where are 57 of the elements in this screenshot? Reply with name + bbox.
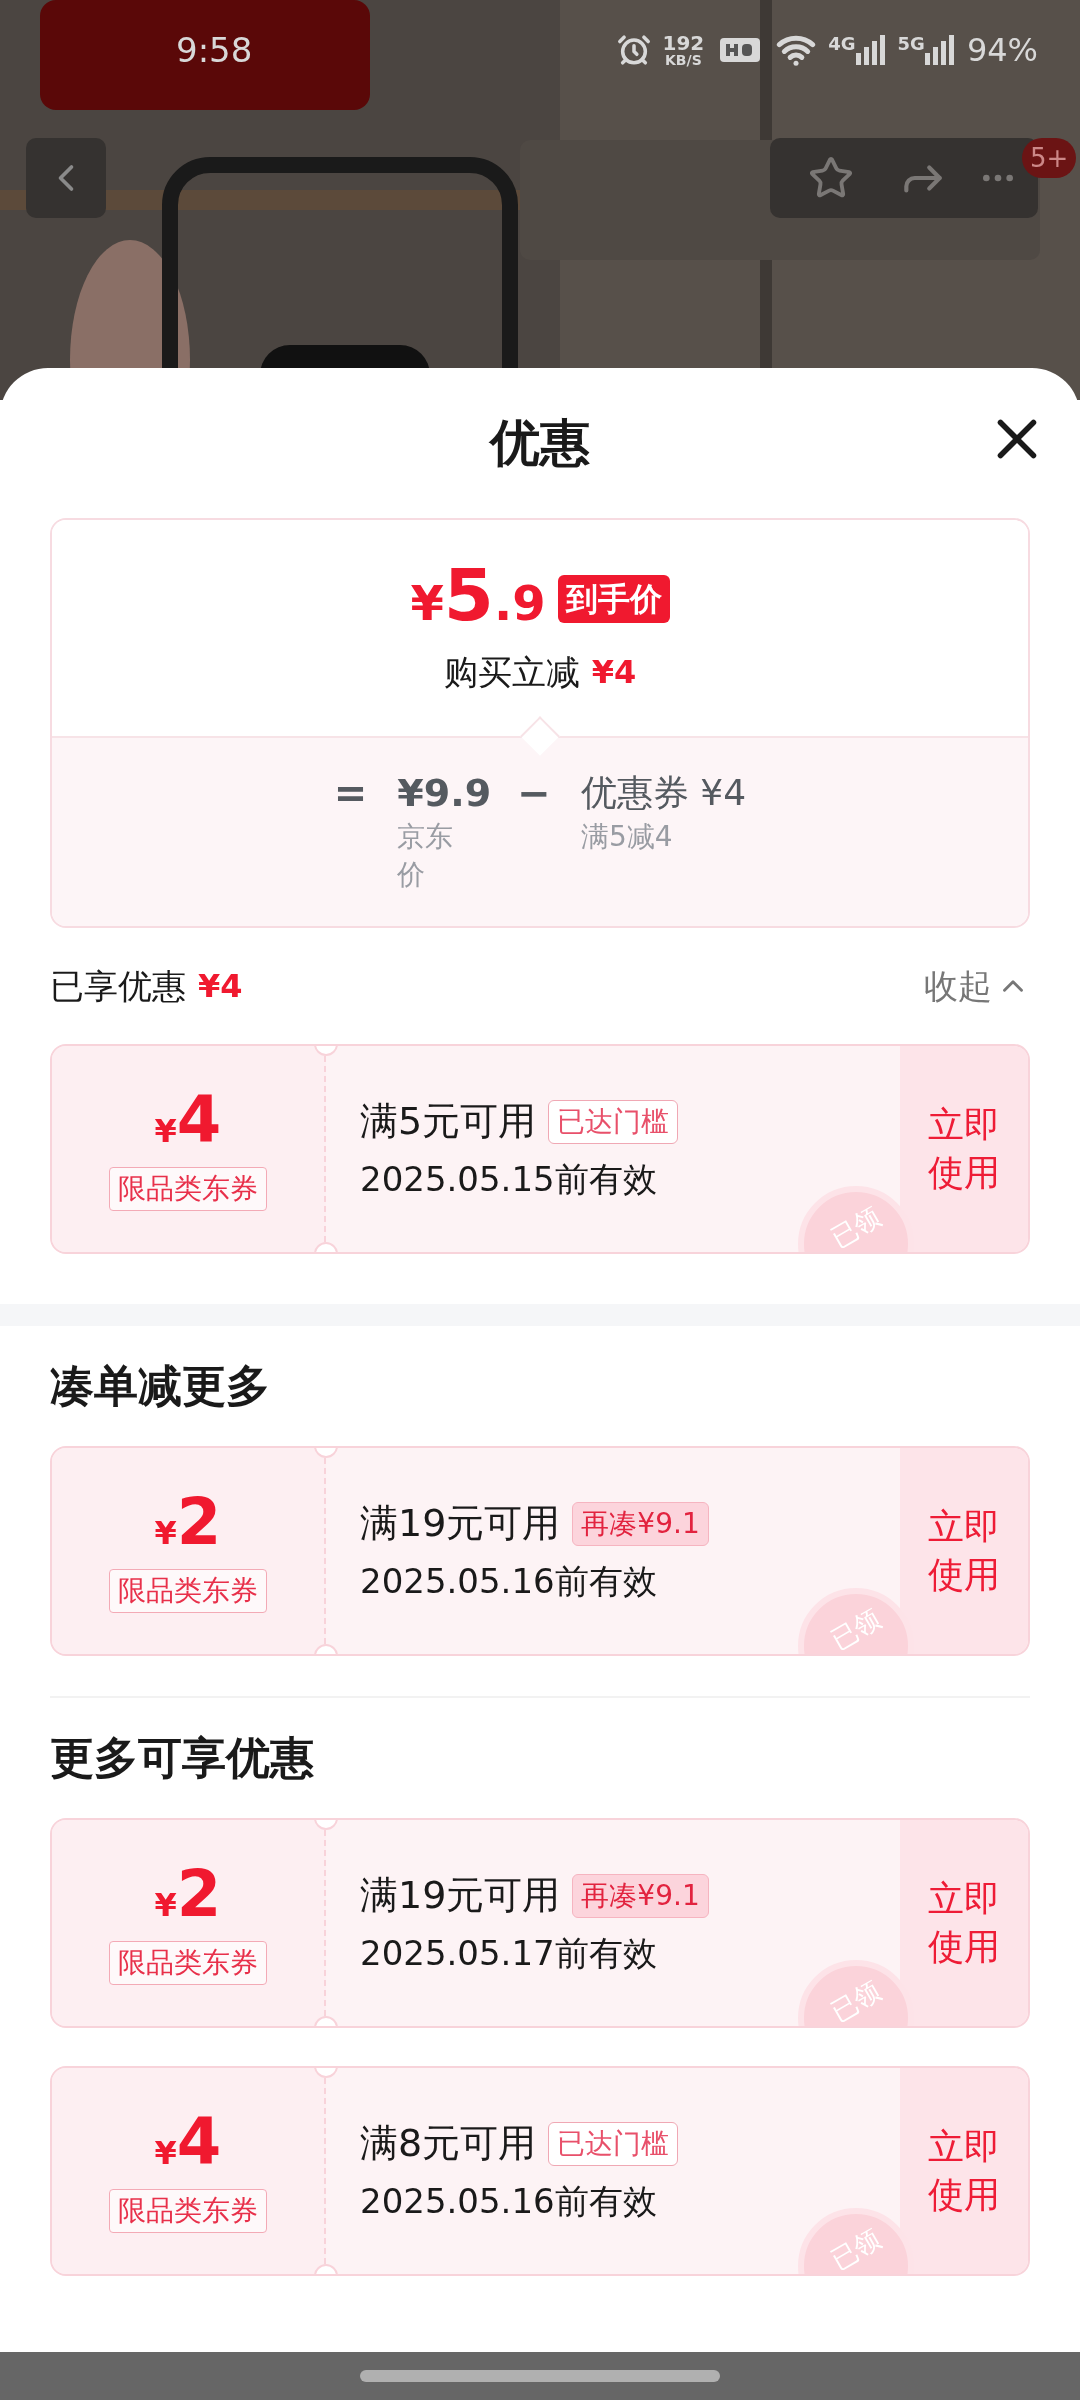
coupon-tag: 再凑¥9.1	[572, 1873, 709, 1918]
currency-symbol: ¥	[410, 573, 444, 633]
coupon-condition: 满19元可用	[360, 1500, 561, 1547]
section-title: 凑单减更多	[50, 1359, 270, 1413]
currency-symbol: ¥	[154, 1110, 177, 1152]
instant-discount-amount: ¥4	[591, 652, 637, 693]
use-now-button[interactable]: 立即使用	[900, 1046, 1028, 1252]
signal-icon	[855, 35, 886, 65]
coupon-category: 限品类东券	[109, 1940, 267, 1985]
coupon-amount: 4	[176, 2109, 222, 2174]
final-price-tag: 到手价	[557, 574, 670, 623]
coupon-validity: 2025.05.17前有效	[360, 1932, 658, 1975]
coupon-condition: 满19元可用	[360, 1872, 561, 1919]
currency-symbol: ¥	[154, 2132, 177, 2174]
network-speed: 192	[662, 33, 705, 53]
section-title: 更多可享优惠	[50, 1731, 314, 1785]
coupon-category: 限品类东券	[109, 1166, 267, 1211]
coupon-tag: 已达门槛	[548, 2121, 679, 2166]
coupon-amount: 4	[176, 1087, 222, 1152]
currency-symbol: ¥	[154, 1512, 177, 1554]
base-price: ¥9.9	[397, 770, 488, 817]
applied-discount-amount: ¥4	[198, 966, 243, 1007]
coupon-validity: 2025.05.16前有效	[360, 2180, 658, 2223]
network-type: 5G	[897, 32, 925, 56]
signal-icon	[924, 35, 955, 65]
coupon-amount: 2	[176, 1861, 222, 1926]
base-price-label: 京东价	[397, 819, 455, 893]
applied-discount-label: 已享优惠	[50, 964, 186, 1008]
coupon-condition: 满8元可用	[360, 2120, 537, 2167]
use-now-button[interactable]: 立即使用	[900, 1820, 1028, 2026]
hd-icon	[720, 36, 761, 64]
coupon-validity: 2025.05.16前有效	[360, 1560, 658, 1603]
coupon-discount: 优惠券 ¥4	[580, 771, 747, 815]
network-speed-unit: KB/S	[665, 53, 702, 67]
alarm-icon	[616, 33, 651, 67]
instant-discount-label: 购买立减	[443, 650, 580, 694]
coupon-amount: 2	[176, 1489, 222, 1554]
collapse-toggle[interactable]: 收起	[924, 960, 1030, 1012]
currency-symbol: ¥	[154, 1884, 177, 1926]
network-type: 4G	[828, 32, 856, 56]
final-price: 5	[443, 558, 494, 631]
equals-sign: =	[333, 769, 368, 818]
coupon-category: 限品类东券	[109, 2188, 267, 2233]
sheet-title: 优惠	[490, 412, 590, 474]
coupon-category: 限品类东券	[109, 1568, 267, 1613]
coupon-tag: 已达门槛	[548, 1099, 679, 1144]
coupon-tag: 再凑¥9.1	[572, 1501, 709, 1546]
status-time: 9:58	[176, 28, 253, 72]
coupon-rule: 满5减4	[580, 819, 674, 855]
battery-level: 94%	[966, 30, 1038, 71]
coupon-validity: 2025.05.15前有效	[360, 1158, 658, 1201]
final-price-decimal: .9	[493, 573, 546, 633]
back-button[interactable]	[26, 138, 106, 218]
use-now-button[interactable]: 立即使用	[900, 2068, 1028, 2274]
minus-sign: −	[517, 769, 551, 818]
coupon-condition: 满5元可用	[360, 1098, 537, 1145]
use-now-button[interactable]: 立即使用	[900, 1448, 1028, 1654]
